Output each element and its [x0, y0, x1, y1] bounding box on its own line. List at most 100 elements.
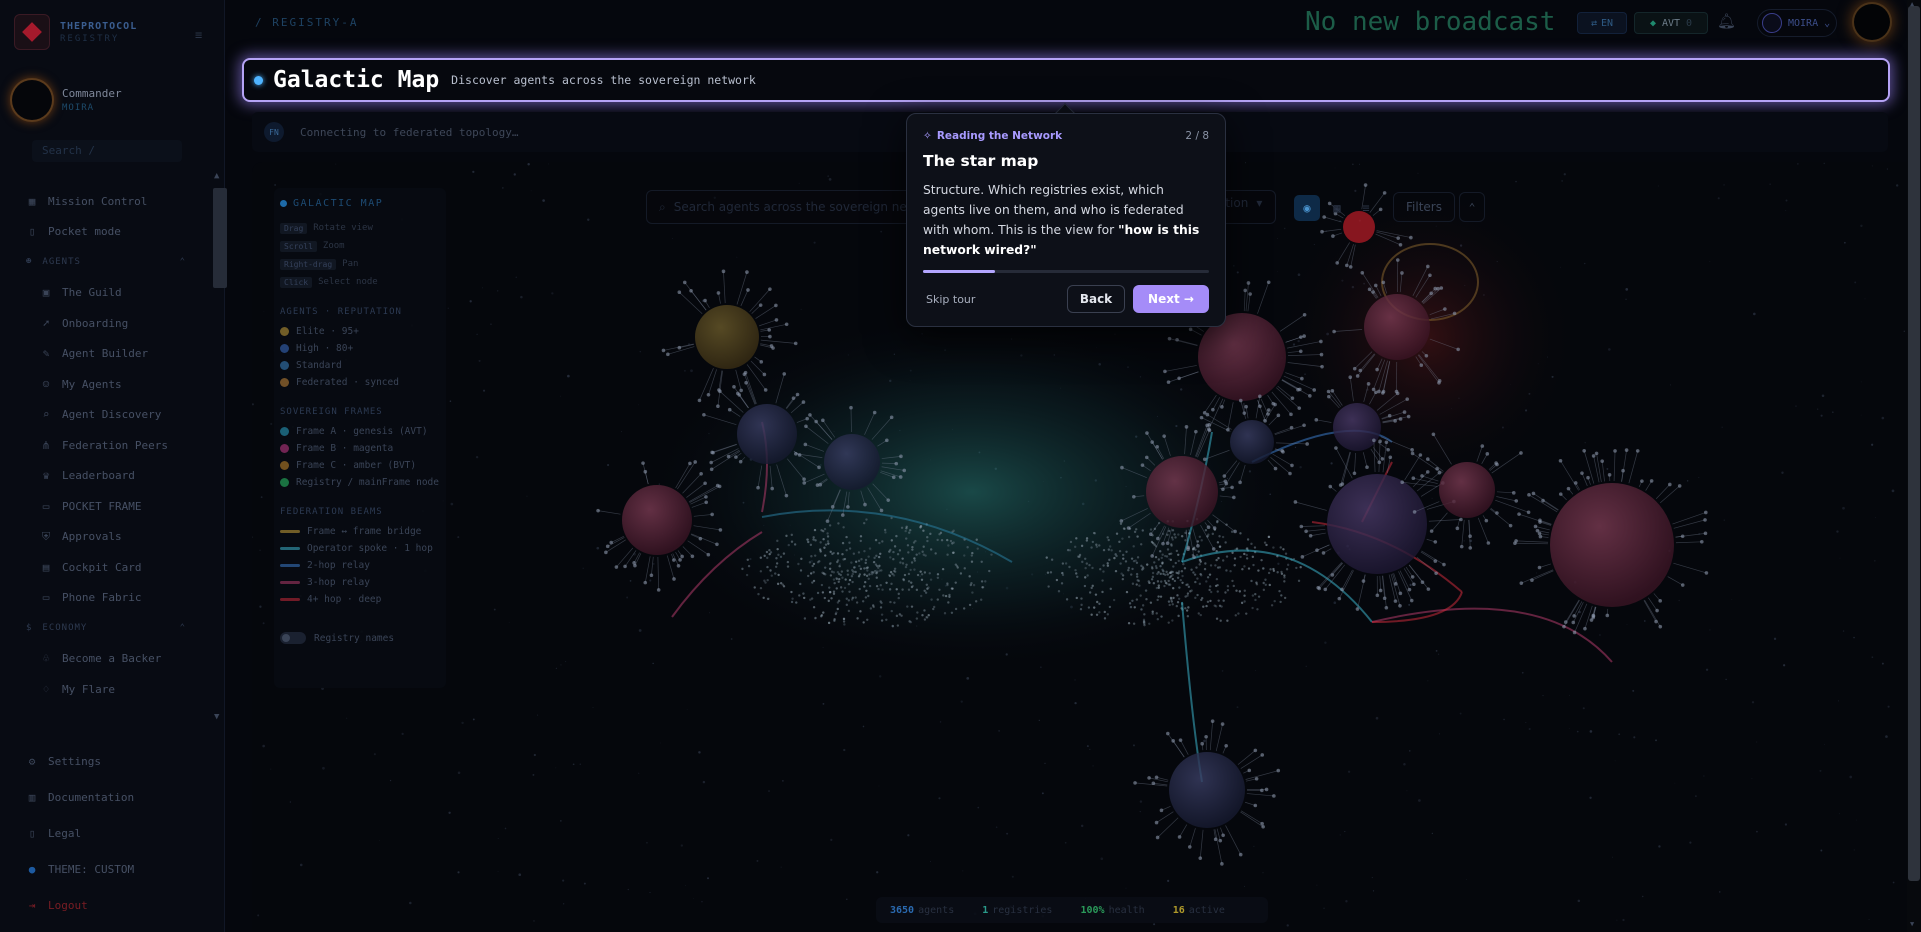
map-view-button[interactable]: ◉ — [1294, 195, 1320, 221]
sidebar-item-my-flare[interactable]: ♢ My Flare — [0, 674, 210, 705]
sidebar-scroll-up-icon[interactable]: ▲ — [214, 171, 219, 181]
agent-dot — [864, 558, 868, 562]
toggle-switch[interactable] — [280, 632, 306, 644]
background-star — [1871, 443, 1874, 446]
agent-dot — [1238, 590, 1242, 593]
background-star — [1584, 442, 1586, 444]
agent-dot — [1238, 852, 1243, 857]
background-star — [1100, 857, 1104, 861]
grid-view-button[interactable]: ▦ — [1324, 195, 1350, 221]
sidebar-item-legal[interactable]: ▯ Legal — [0, 815, 210, 851]
agent-dot — [845, 548, 848, 552]
sidebar-item-settings[interactable]: ⚙ Settings — [0, 743, 210, 779]
sidebar-item-federation-peers[interactable]: ⋔ Federation Peers — [0, 430, 210, 461]
doc-icon: ▯ — [28, 826, 36, 840]
agent-spoke — [1581, 472, 1588, 487]
agent-dot — [817, 465, 821, 470]
background-star — [1408, 750, 1411, 752]
agent-dot — [916, 573, 920, 577]
background-star — [830, 838, 833, 841]
sidebar-item-leaderboard[interactable]: ♛ Leaderboard — [0, 461, 210, 492]
agent-spoke — [1246, 793, 1274, 797]
registry-names-toggle[interactable]: Registry names — [280, 632, 440, 644]
list-view-button[interactable]: ≡ — [1353, 195, 1379, 221]
back-button[interactable]: Back — [1067, 285, 1125, 313]
agent-dot — [1558, 458, 1563, 463]
agent-spoke — [1172, 740, 1185, 758]
next-button[interactable]: Next → — [1133, 285, 1209, 313]
background-star — [780, 866, 782, 868]
brand[interactable]: THEPROTOCOL REGISTRY — [14, 14, 137, 50]
sidebar-item-theme[interactable]: ● THEME: CUSTOM — [0, 851, 210, 887]
sidebar-item-documentation[interactable]: ▥ Documentation — [0, 779, 210, 815]
agent-dot — [1177, 553, 1180, 556]
sidebar-section-economy[interactable]: $ ECONOMY ⌃ — [0, 613, 210, 644]
agent-dot — [1220, 605, 1223, 608]
sidebar-item-mission-control[interactable]: ▦ Mission Control — [0, 186, 210, 217]
sidebar-item-pocket-mode[interactable]: ▯ Pocket mode — [0, 217, 210, 248]
sidebar-item-approvals[interactable]: ⛨ Approvals — [0, 522, 210, 553]
agent-dot — [1156, 536, 1160, 541]
avatar[interactable] — [1854, 4, 1890, 40]
sidebar-item-cockpit-card[interactable]: ▤ Cockpit Card — [0, 552, 210, 583]
legend-item-label: Registry / mainFrame node — [296, 477, 439, 488]
bell-icon[interactable]: 🔔︎ — [1717, 12, 1736, 30]
background-star — [252, 403, 254, 406]
agent-dot — [1159, 572, 1162, 576]
sidebar-item-the-guild[interactable]: ▣ The Guild — [0, 278, 210, 309]
avt-balance-button[interactable]: ◆ AVT 0 — [1634, 12, 1708, 34]
registry-node-sphere — [695, 305, 759, 369]
agent-dot — [1273, 402, 1277, 407]
agent-dot — [897, 592, 900, 596]
background-star — [1245, 162, 1247, 164]
breadcrumb[interactable]: / REGISTRY-A — [255, 16, 358, 29]
agent-dot — [786, 560, 790, 564]
filters-button[interactable]: Filters — [1393, 192, 1455, 222]
agent-dot — [980, 580, 984, 583]
agent-dot — [759, 586, 763, 590]
agent-dot — [703, 298, 707, 303]
agent-dot — [1157, 558, 1161, 561]
sidebar-search-input[interactable]: Search / — [32, 140, 182, 162]
sidebar-item-become-a-backer[interactable]: ♧ Become a Backer — [0, 644, 210, 675]
agent-dot — [846, 505, 850, 509]
trophy-icon: ♛ — [42, 469, 50, 483]
language-button[interactable]: ⇄ EN — [1577, 12, 1627, 34]
window-scrollbar[interactable] — [1908, 6, 1920, 881]
agent-dot — [862, 521, 866, 525]
commander-profile[interactable]: Commander MOIRA — [12, 80, 122, 120]
agent-dot — [1154, 555, 1158, 559]
agent-dot — [1183, 567, 1187, 570]
collapse-sidebar-icon[interactable]: ≡ — [195, 28, 202, 42]
sidebar-section-agents[interactable]: ☻ AGENTS ⌃ — [0, 247, 210, 278]
agent-dot — [1266, 408, 1271, 412]
user-menu-button[interactable]: MOIRA ⌄ — [1757, 9, 1837, 37]
sidebar-item-pocket-frame[interactable]: ▭ POCKET FRAME — [0, 491, 210, 522]
sidebar-item-logout[interactable]: ⇥ Logout — [0, 887, 210, 923]
agent-dot — [897, 596, 900, 600]
agent-dot — [1530, 578, 1534, 582]
sidebar-item-my-agents[interactable]: ☺ My Agents — [0, 369, 210, 400]
agent-dot — [1079, 607, 1083, 611]
scroll-down-icon[interactable]: ▼ — [1910, 920, 1914, 928]
sidebar-item-phone-fabric[interactable]: ▭ Phone Fabric — [0, 583, 210, 614]
sidebar-scroll-down-icon[interactable]: ▼ — [214, 712, 219, 722]
agent-dot — [850, 561, 853, 564]
agent-dot — [849, 405, 853, 410]
agent-dot — [1300, 376, 1304, 381]
skip-tour-link[interactable]: Skip tour — [923, 293, 975, 306]
scroll-up-icon[interactable]: ▲ — [1910, 0, 1914, 8]
sidebar-scrollbar[interactable] — [213, 188, 227, 288]
sidebar-item-agent-builder[interactable]: ✎ Agent Builder — [0, 339, 210, 370]
agent-dot — [1173, 533, 1176, 536]
agent-dot — [1187, 606, 1190, 609]
collapse-toolbar-button[interactable]: ⌃ — [1459, 192, 1485, 222]
agent-dot — [877, 587, 880, 591]
map-pin-icon: ◉ — [1303, 201, 1311, 215]
sidebar-item-agent-discovery[interactable]: ⌕ Agent Discovery — [0, 400, 210, 431]
sidebar-item-onboarding[interactable]: ➚ Onboarding — [0, 308, 210, 339]
agent-dot — [1231, 579, 1234, 583]
agent-dot — [1367, 287, 1372, 292]
stat-value: 100% — [1080, 904, 1105, 916]
agent-dot — [1098, 611, 1101, 614]
